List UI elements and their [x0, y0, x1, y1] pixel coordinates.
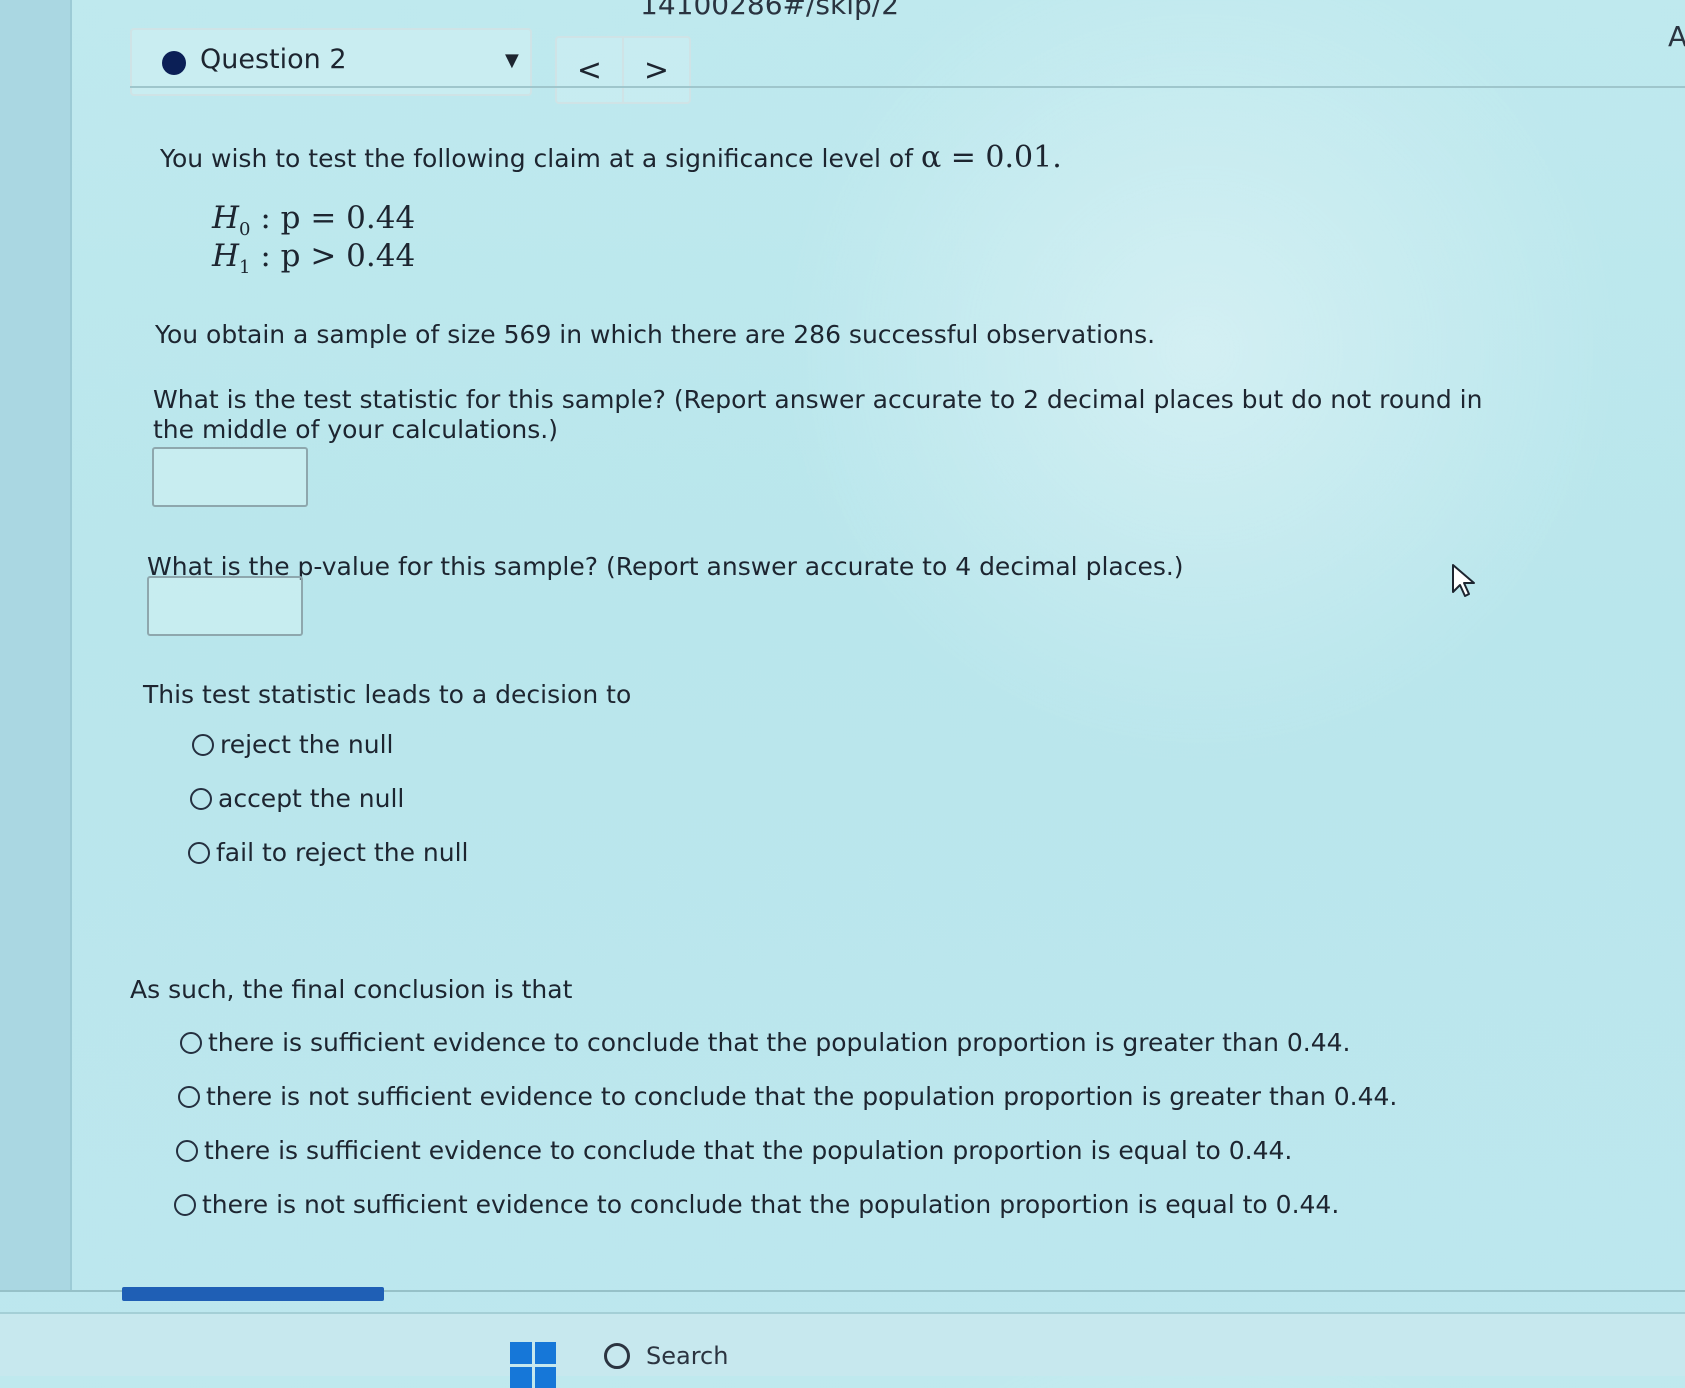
- question-status-dot-icon: [162, 51, 186, 75]
- test-statistic-prompt-cont: the middle of your calculations.): [153, 415, 558, 444]
- question-title: Question 2: [200, 44, 347, 75]
- radio-icon[interactable]: [192, 733, 214, 756]
- decision-prompt: This test statistic leads to a decision …: [143, 680, 632, 709]
- header-divider: [130, 86, 1685, 88]
- conclusion-option-1[interactable]: there is sufficient evidence to conclude…: [180, 1028, 1351, 1057]
- conclusion-option-label: there is not sufficient evidence to conc…: [202, 1190, 1340, 1219]
- triangle-down-icon[interactable]: ▼: [505, 50, 519, 71]
- test-statistic-input[interactable]: [152, 447, 308, 507]
- sample-description: You obtain a sample of size 569 in which…: [155, 320, 1156, 349]
- question-nav: < >: [555, 36, 691, 104]
- alpha-expression: α = 0.01.: [920, 140, 1062, 175]
- radio-icon[interactable]: [178, 1085, 200, 1108]
- conclusion-option-4[interactable]: there is not sufficient evidence to conc…: [174, 1190, 1339, 1219]
- conclusion-prompt: As such, the final conclusion is that: [130, 975, 573, 1004]
- decision-option-fail-to-reject[interactable]: fail to reject the null: [188, 838, 469, 867]
- windows-logo-icon[interactable]: [510, 1342, 556, 1388]
- decision-option-label: reject the null: [220, 730, 394, 759]
- radio-icon[interactable]: [174, 1193, 196, 1216]
- radio-icon[interactable]: [176, 1139, 198, 1162]
- next-question-button[interactable]: >: [622, 38, 689, 102]
- p-value-input[interactable]: [147, 576, 303, 636]
- test-statistic-prompt: What is the test statistic for this samp…: [153, 385, 1483, 414]
- decision-option-label: accept the null: [218, 784, 405, 813]
- left-panel-edge: [0, 0, 72, 1290]
- radio-icon[interactable]: [190, 787, 212, 810]
- conclusion-option-label: there is not sufficient evidence to conc…: [206, 1082, 1398, 1111]
- corner-text: A: [1668, 20, 1685, 53]
- alternative-hypothesis: H1 : p > 0.44: [212, 238, 416, 279]
- claim-text: You wish to test the following claim at …: [160, 140, 1062, 175]
- radio-icon[interactable]: [180, 1031, 202, 1054]
- decision-option-label: fail to reject the null: [216, 838, 469, 867]
- prev-question-button[interactable]: <: [557, 38, 622, 102]
- null-hypothesis: H0 : p = 0.44: [212, 200, 416, 241]
- search-label: Search: [646, 1342, 729, 1370]
- search-icon: [604, 1343, 630, 1369]
- taskbar-search[interactable]: Search: [604, 1342, 728, 1370]
- mouse-pointer-icon: [1452, 564, 1475, 597]
- progress-bar: [122, 1287, 384, 1301]
- conclusion-option-label: there is sufficient evidence to conclude…: [204, 1136, 1293, 1165]
- radio-icon[interactable]: [188, 841, 210, 864]
- taskbar: Search: [0, 1312, 1685, 1388]
- conclusion-option-2[interactable]: there is not sufficient evidence to conc…: [178, 1082, 1397, 1111]
- decision-option-accept[interactable]: accept the null: [190, 784, 404, 813]
- conclusion-option-label: there is sufficient evidence to conclude…: [208, 1028, 1351, 1057]
- conclusion-option-3[interactable]: there is sufficient evidence to conclude…: [176, 1136, 1292, 1165]
- decision-option-reject[interactable]: reject the null: [192, 730, 394, 759]
- url-fragment: 14100286#/skip/2: [640, 0, 900, 21]
